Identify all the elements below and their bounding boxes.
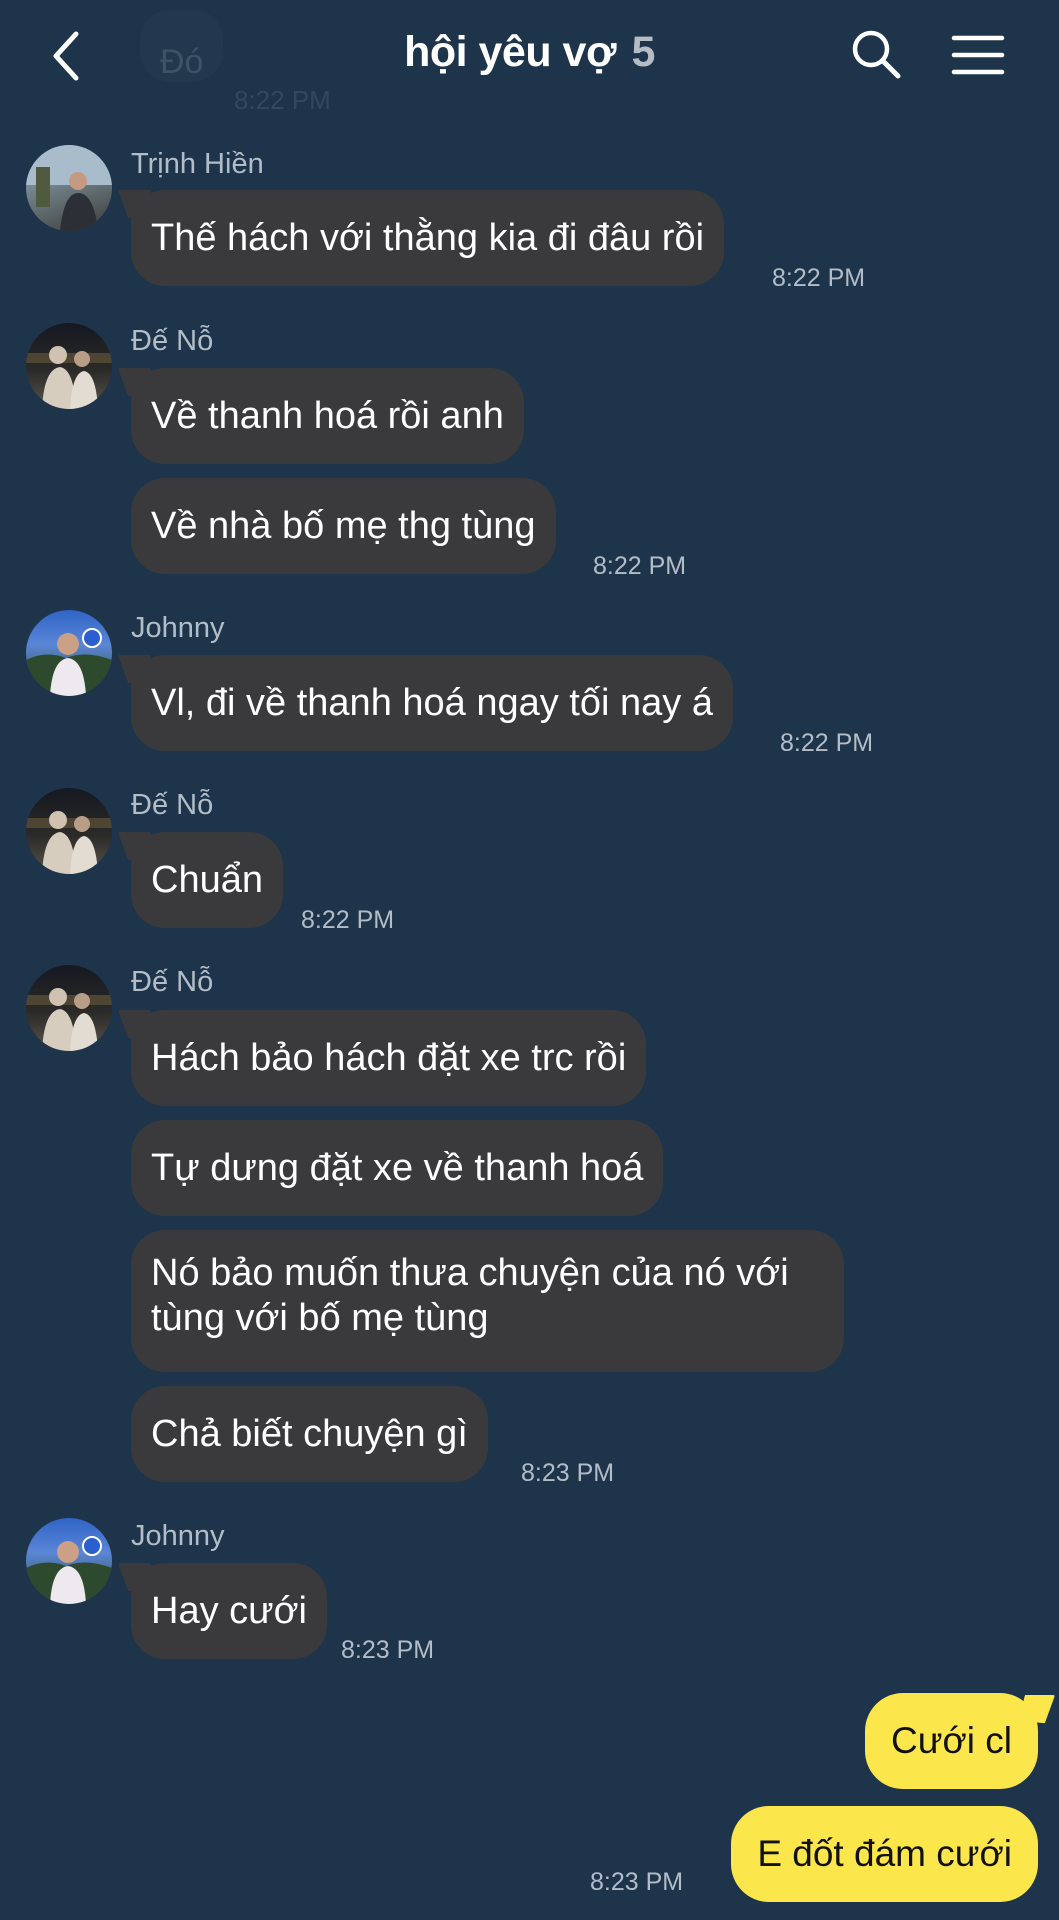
menu-icon[interactable]	[950, 30, 1006, 80]
chat-header: Đó 8:22 PM hội yêu vợ 5	[0, 0, 1059, 115]
message-bubble[interactable]: Tự dưng đặt xe về thanh hoá	[131, 1120, 664, 1216]
avatar[interactable]	[26, 145, 112, 231]
message-time: 8:23 PM	[590, 1868, 684, 1896]
message-time: 8:23 PM	[341, 1636, 435, 1664]
message-text: Nó bảo muốn thưa chuyện của nó với tùng …	[151, 1252, 789, 1339]
outgoing-message-bubble[interactable]: E đốt đám cưới	[731, 1806, 1038, 1902]
message-bubble[interactable]: Thế hách với thằng kia đi đâu rồi	[131, 190, 725, 286]
message-text: E đốt đám cưới	[757, 1833, 1012, 1874]
message-bubble[interactable]: Hách bảo hách đặt xe trc rồi	[131, 1010, 647, 1106]
message-text: Chả biết chuyện gì	[151, 1413, 468, 1455]
message-text: Thế hách với thằng kia đi đâu rồi	[151, 217, 705, 259]
sender-name: Đế Nỗ	[131, 966, 214, 998]
message-bubble[interactable]: Vl, đi về thanh hoá ngay tối nay á	[131, 655, 733, 751]
avatar[interactable]	[26, 1518, 112, 1604]
message-bubble[interactable]: Về thanh hoá rồi anh	[131, 368, 524, 464]
message-text: Về thanh hoá rồi anh	[151, 395, 504, 437]
scrolled-message-time: 8:22 PM	[234, 85, 331, 115]
message-bubble[interactable]: Chả biết chuyện gì	[131, 1386, 488, 1482]
message-text: Vl, đi về thanh hoá ngay tối nay á	[151, 682, 713, 724]
message-text: Hách bảo hách đặt xe trc rồi	[151, 1037, 627, 1079]
message-time: 8:23 PM	[521, 1459, 615, 1487]
message-bubble[interactable]: Hay cưới	[131, 1563, 327, 1659]
sender-name: Đế Nỗ	[131, 789, 214, 821]
message-time: 8:22 PM	[593, 552, 687, 580]
message-text: Tự dưng đặt xe về thanh hoá	[151, 1147, 644, 1189]
avatar[interactable]	[26, 323, 112, 409]
member-count: 5	[631, 28, 655, 76]
outgoing-message-bubble[interactable]: Cưới cl	[865, 1693, 1038, 1789]
avatar[interactable]	[26, 788, 112, 874]
message-bubble[interactable]: Chuẩn	[131, 832, 283, 928]
message-time: 8:22 PM	[301, 906, 395, 934]
message-time: 8:22 PM	[772, 264, 866, 292]
sender-name: Đế Nỗ	[131, 325, 214, 357]
sender-name: Trịnh Hiền	[131, 148, 264, 180]
message-text: Cưới cl	[891, 1720, 1012, 1761]
message-text: Hay cưới	[151, 1590, 307, 1632]
sender-name: Johnny	[131, 612, 225, 644]
group-name: hội yêu vợ	[404, 28, 617, 76]
avatar[interactable]	[26, 610, 112, 696]
message-bubble[interactable]: Nó bảo muốn thưa chuyện của nó với tùng …	[131, 1230, 844, 1372]
avatar[interactable]	[26, 965, 112, 1051]
sender-name: Johnny	[131, 1520, 225, 1552]
message-text: Về nhà bố mẹ thg tùng	[151, 505, 536, 547]
message-bubble[interactable]: Về nhà bố mẹ thg tùng	[131, 478, 556, 574]
message-time: 8:22 PM	[780, 729, 874, 757]
search-icon[interactable]	[848, 26, 904, 82]
message-text: Chuẩn	[151, 859, 263, 901]
